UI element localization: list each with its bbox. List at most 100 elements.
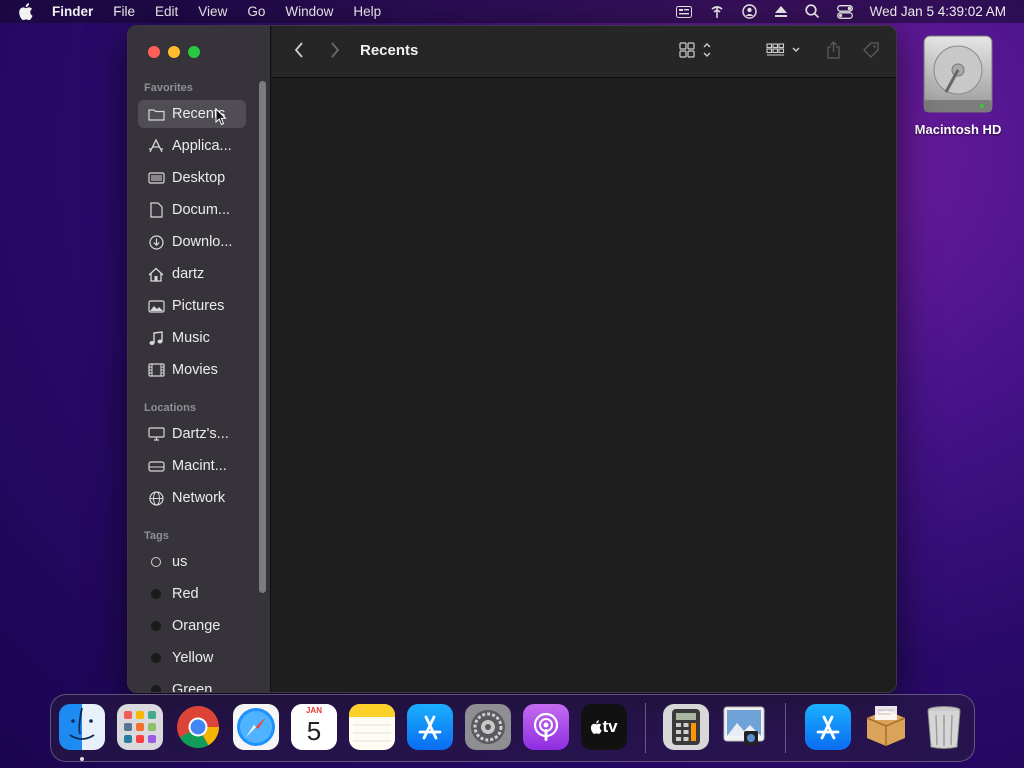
group-grid-icon <box>766 42 802 63</box>
sidebar-item-label: Pictures <box>172 298 225 314</box>
computer-icon <box>146 427 166 441</box>
sidebar-item-label: us <box>172 554 188 570</box>
share-icon <box>826 40 841 64</box>
dock-finder-icon[interactable] <box>59 704 105 750</box>
dock-launchpad-icon[interactable] <box>117 704 163 750</box>
tag-dot-icon <box>146 621 166 631</box>
dock-running-indicator <box>80 757 84 761</box>
menu-window[interactable]: Window <box>285 4 333 19</box>
group-by-button[interactable] <box>764 40 804 64</box>
sidebar-item-desktop[interactable]: Desktop <box>138 164 246 192</box>
pictures-icon <box>146 299 166 313</box>
sidebar-tag-us[interactable]: us <box>138 548 246 576</box>
dock-calendar-icon[interactable]: JAN 5 <box>291 704 337 750</box>
applications-icon <box>146 139 166 153</box>
hard-drive-icon <box>920 34 996 116</box>
chevron-right-icon <box>330 41 340 63</box>
menu-help[interactable]: Help <box>353 4 381 19</box>
sidebar-item-downloads[interactable]: Downlo... <box>138 228 246 256</box>
download-icon <box>146 234 166 250</box>
view-mode-button[interactable] <box>676 40 716 64</box>
minimize-button[interactable] <box>168 46 180 58</box>
network-icon <box>146 490 166 506</box>
apple-tv-label: tv <box>602 717 618 736</box>
sidebar-section-locations: Locations <box>144 402 196 414</box>
sidebar-item-pictures[interactable]: Pictures <box>138 292 246 320</box>
sidebar-item-label: Green <box>172 682 213 693</box>
forward-button[interactable] <box>324 40 346 64</box>
spotlight-search-icon[interactable] <box>805 4 820 19</box>
sidebar-item-computer[interactable]: Dartz's... <box>138 420 246 448</box>
mouse-pointer-icon <box>215 107 227 131</box>
finder-window: Favorites Recents Applica... Desktop Doc… <box>127 25 897 693</box>
tag-icon <box>862 41 880 64</box>
chevron-left-icon <box>294 41 304 63</box>
sidebar-section-favorites: Favorites <box>144 82 193 94</box>
sidebar-item-label: Macint... <box>172 458 227 474</box>
file-list-area[interactable] <box>272 79 896 692</box>
sidebar-item-label: Desktop <box>172 170 226 186</box>
sidebar-item-macintosh-hd[interactable]: Macint... <box>138 452 246 480</box>
sidebar-item-home[interactable]: dartz <box>138 260 246 288</box>
dock-trash-icon[interactable] <box>921 704 967 750</box>
tag-button[interactable] <box>860 40 882 64</box>
dock-safari-icon[interactable] <box>233 704 279 750</box>
sidebar-scrollbar[interactable] <box>259 81 266 593</box>
desktop-icon-label: Macintosh HD <box>914 122 1002 137</box>
dock-calculator-icon[interactable] <box>663 704 709 750</box>
sidebar-item-music[interactable]: Music <box>138 324 246 352</box>
menu-file[interactable]: File <box>113 4 135 19</box>
dock-downloads-stack-icon[interactable] <box>805 704 851 750</box>
sidebar-item-label: Movies <box>172 362 218 378</box>
tag-dot-icon <box>146 653 166 663</box>
sidebar-tag-yellow[interactable]: Yellow <box>138 644 246 672</box>
menubar-clock[interactable]: Wed Jan 5 4:39:02 AM <box>870 4 1006 19</box>
control-center-icon[interactable] <box>836 4 853 19</box>
sidebar-section-tags: Tags <box>144 530 169 542</box>
sidebar-item-documents[interactable]: Docum... <box>138 196 246 224</box>
sidebar-item-label: Dartz's... <box>172 426 229 442</box>
tag-outline-icon <box>146 557 166 567</box>
dock-separator <box>645 703 646 753</box>
keyboard-input-icon[interactable] <box>675 5 692 18</box>
sidebar-item-label: dartz <box>172 266 205 282</box>
sidebar-item-network[interactable]: Network <box>138 484 246 512</box>
dock-chrome-icon[interactable] <box>175 704 221 750</box>
sidebar-item-movies[interactable]: Movies <box>138 356 246 384</box>
dock-system-preferences-icon[interactable] <box>465 704 511 750</box>
share-button[interactable] <box>822 40 844 64</box>
menu-view[interactable]: View <box>198 4 227 19</box>
recents-icon <box>146 108 166 121</box>
dock-podcasts-icon[interactable] <box>523 704 569 750</box>
dock: JAN 5 tv <box>50 694 975 762</box>
menu-edit[interactable]: Edit <box>155 4 178 19</box>
dock-app-store-icon[interactable] <box>407 704 453 750</box>
sidebar-item-label: Red <box>172 586 199 602</box>
dock-apple-tv-icon[interactable]: tv <box>581 704 627 750</box>
sidebar-item-applications[interactable]: Applica... <box>138 132 246 160</box>
eject-icon[interactable] <box>774 5 788 18</box>
music-icon <box>146 330 166 346</box>
menu-go[interactable]: Go <box>247 4 265 19</box>
desktop-icon-macintosh-hd[interactable]: Macintosh HD <box>908 34 1008 137</box>
desktop-icon <box>146 171 166 185</box>
back-button[interactable] <box>288 40 310 64</box>
dock-preview-icon[interactable] <box>721 704 767 750</box>
dock-installer-package-icon[interactable] <box>863 704 909 750</box>
dock-notes-icon[interactable] <box>349 704 395 750</box>
menu-app-name[interactable]: Finder <box>52 4 93 19</box>
sidebar-item-label: Downlo... <box>172 234 233 250</box>
zoom-button[interactable] <box>188 46 200 58</box>
icon-grid-view-icon <box>679 41 713 63</box>
wifi-icon[interactable] <box>709 5 725 19</box>
sidebar-tag-orange[interactable]: Orange <box>138 612 246 640</box>
finder-toolbar: Recents <box>272 26 896 78</box>
sidebar-tag-red[interactable]: Red <box>138 580 246 608</box>
sidebar-item-label: Docum... <box>172 202 231 218</box>
close-button[interactable] <box>148 46 160 58</box>
tag-dot-icon <box>146 589 166 599</box>
sidebar-item-recents[interactable]: Recents <box>138 100 246 128</box>
user-account-icon[interactable] <box>741 4 757 19</box>
sidebar-tag-green[interactable]: Green <box>138 676 246 693</box>
apple-menu-icon[interactable] <box>18 3 36 20</box>
